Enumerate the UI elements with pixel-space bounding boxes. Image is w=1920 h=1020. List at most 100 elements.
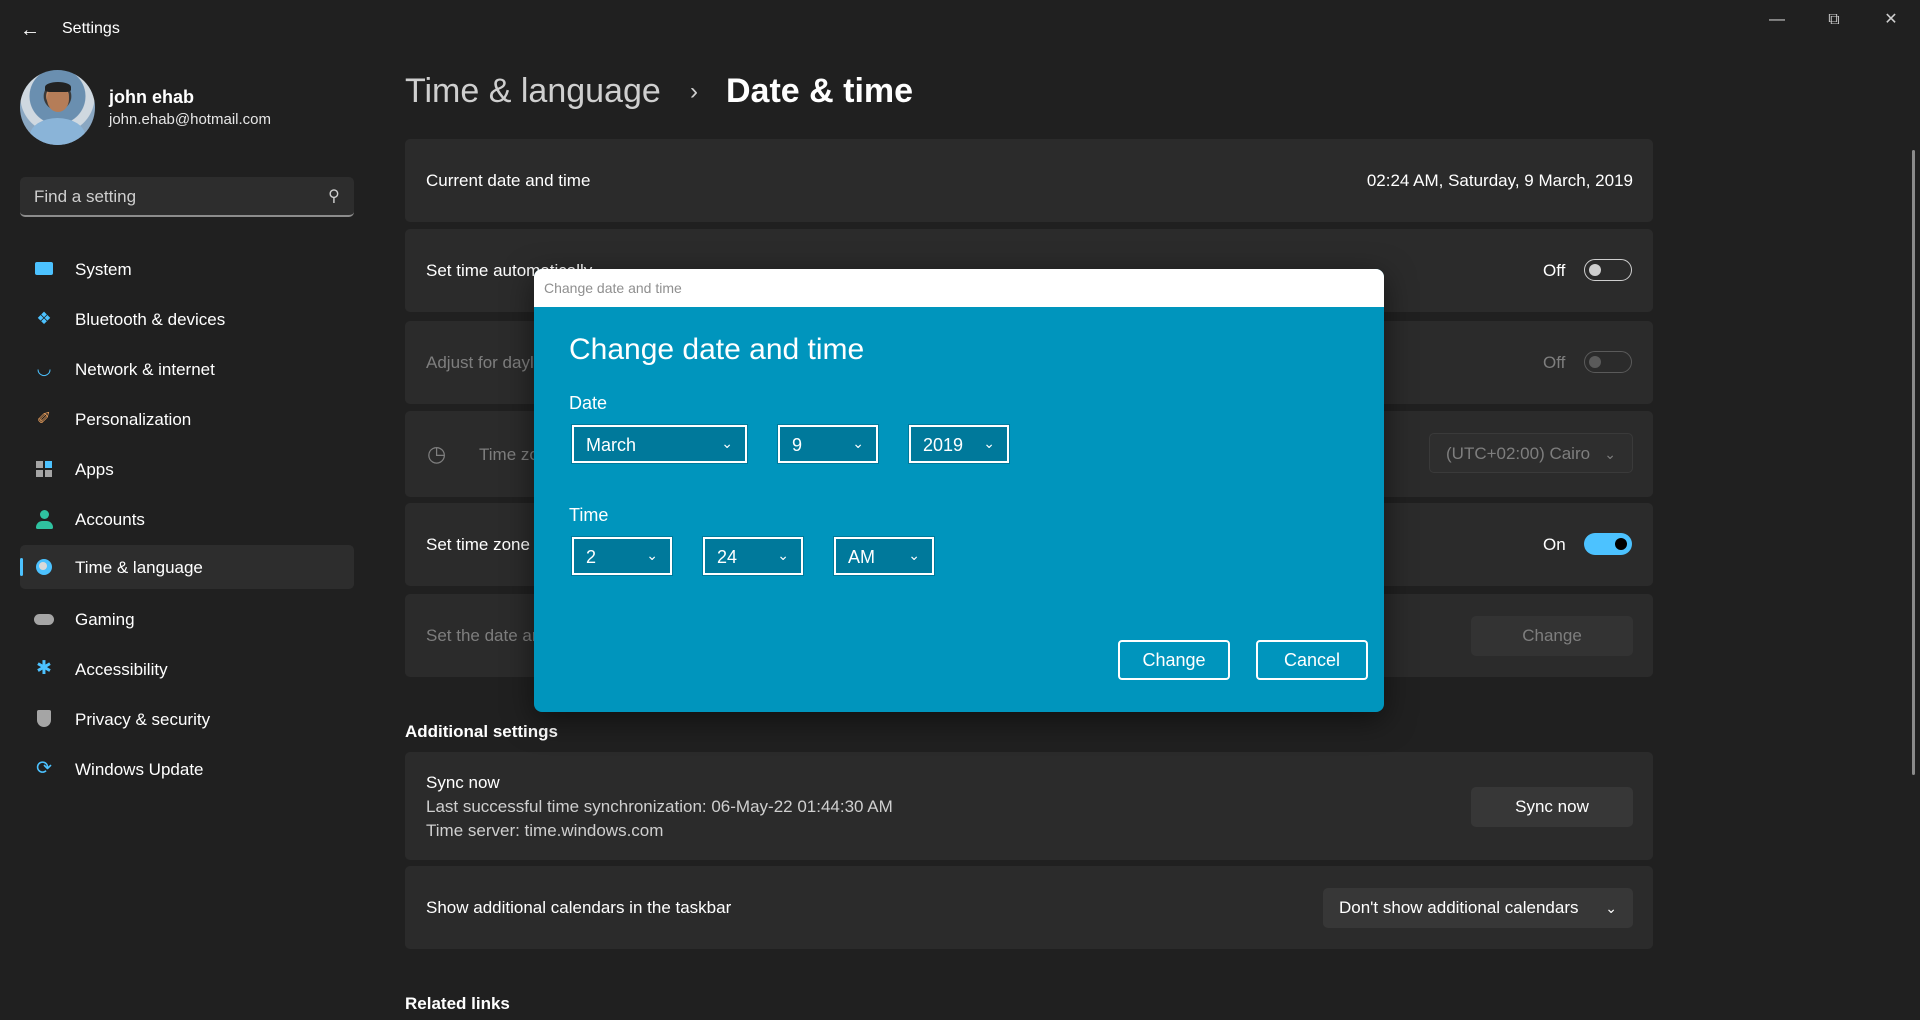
sidebar-item-label: Privacy & security xyxy=(75,710,211,729)
chevron-down-icon: ⌄ xyxy=(983,435,995,451)
sidebar-item-label: Time & language xyxy=(75,558,203,577)
toggle-state-text: On xyxy=(1543,535,1566,554)
avatar[interactable] xyxy=(20,70,95,145)
additional-calendars-card: Show additional calendars in the taskbar… xyxy=(405,866,1653,949)
daylight-saving-toggle[interactable] xyxy=(1584,351,1632,373)
chevron-down-icon: ⌄ xyxy=(1605,900,1617,916)
toggle-state-text: Off xyxy=(1543,261,1566,280)
year-value: 2019 xyxy=(923,435,964,455)
dialog-title-bar[interactable]: Change date and time xyxy=(534,269,1384,307)
gamepad-icon xyxy=(34,609,54,629)
additional-calendars-value: Don't show additional calendars xyxy=(1339,898,1579,917)
additional-settings-heading: Additional settings xyxy=(405,722,558,741)
minute-value: 24 xyxy=(717,547,738,567)
hour-value: 2 xyxy=(586,547,597,567)
sidebar-item-label: Bluetooth & devices xyxy=(75,310,226,329)
sidebar-item-label: Windows Update xyxy=(75,760,204,779)
person-icon xyxy=(34,509,54,529)
sync-now-title: Sync now xyxy=(426,773,500,792)
chevron-down-icon: ⌄ xyxy=(908,547,920,563)
time-label: Time xyxy=(569,505,609,525)
time-server-text: Time server: time.windows.com xyxy=(426,821,664,840)
time-zone-dropdown[interactable]: (UTC+02:00) Cairo ⌄ xyxy=(1429,433,1633,473)
system-icon xyxy=(34,259,54,279)
month-select[interactable]: March ⌄ xyxy=(571,424,748,464)
sidebar-item-accessibility[interactable]: ✱ Accessibility xyxy=(20,647,354,691)
search-input[interactable]: Find a setting xyxy=(34,187,136,207)
sidebar-item-time-language[interactable]: Time & language xyxy=(20,545,354,589)
ampm-select[interactable]: AM ⌄ xyxy=(833,536,935,576)
sync-now-card: Sync now Last successful time synchroniz… xyxy=(405,752,1653,860)
sync-now-button[interactable]: Sync now xyxy=(1471,787,1633,827)
set-time-automatically-toggle[interactable] xyxy=(1584,259,1632,281)
dialog-heading: Change date and time xyxy=(569,333,865,366)
sidebar-item-accounts[interactable]: Accounts xyxy=(20,497,354,541)
last-sync-text: Last successful time synchronization: 06… xyxy=(426,797,893,816)
bluetooth-icon: ❖ xyxy=(36,309,52,328)
sidebar-item-label: System xyxy=(75,260,132,279)
user-name: john ehab xyxy=(109,87,194,107)
date-label: Date xyxy=(569,393,608,413)
chevron-down-icon: ⌄ xyxy=(777,547,789,563)
chevron-down-icon: ⌄ xyxy=(646,547,658,563)
back-arrow-icon[interactable]: ← xyxy=(18,18,42,42)
accessibility-icon: ✱ xyxy=(36,658,52,679)
minimize-button[interactable]: — xyxy=(1757,8,1797,32)
shield-icon xyxy=(34,709,54,729)
additional-calendars-dropdown[interactable]: Don't show additional calendars ⌄ xyxy=(1323,888,1633,928)
scrollbar[interactable] xyxy=(1912,150,1915,775)
sidebar-item-label: Accessibility xyxy=(75,660,168,679)
sidebar-item-apps[interactable]: Apps xyxy=(20,447,354,491)
restore-button[interactable]: ⧉ xyxy=(1814,8,1854,32)
change-date-time-dialog: Change date and time Change date and tim… xyxy=(534,269,1384,712)
current-date-time-value: 02:24 AM, Saturday, 9 March, 2019 xyxy=(1366,171,1633,190)
sidebar-item-bluetooth[interactable]: ❖ Bluetooth & devices xyxy=(20,297,354,341)
breadcrumb-parent[interactable]: Time & language xyxy=(405,72,661,111)
selection-indicator xyxy=(20,558,23,576)
globe-clock-icon: ◷ xyxy=(427,441,447,466)
change-button[interactable]: Change xyxy=(1118,640,1230,680)
current-date-time-card: Current date and time 02:24 AM, Saturday… xyxy=(405,139,1653,222)
sidebar-item-label: Personalization xyxy=(75,410,192,429)
sidebar-item-label: Apps xyxy=(75,460,114,479)
sidebar-item-label: Network & internet xyxy=(75,360,215,379)
cancel-button[interactable]: Cancel xyxy=(1256,640,1368,680)
day-select[interactable]: 9 ⌄ xyxy=(777,424,879,464)
day-value: 9 xyxy=(792,435,803,455)
sidebar-item-personalization[interactable]: ✐ Personalization xyxy=(20,397,354,441)
chevron-down-icon: ⌄ xyxy=(1604,446,1616,462)
wifi-icon: ◡ xyxy=(36,359,52,378)
set-time-zone-automatically-toggle[interactable] xyxy=(1584,533,1632,555)
related-links-heading: Related links xyxy=(405,994,510,1013)
year-select[interactable]: 2019 ⌄ xyxy=(908,424,1010,464)
chevron-down-icon: ⌄ xyxy=(721,435,733,451)
sidebar-item-label: Accounts xyxy=(75,510,145,529)
brush-icon: ✐ xyxy=(36,409,52,428)
chevron-right-icon: › xyxy=(690,78,698,105)
page-title: Date & time xyxy=(726,72,914,110)
sidebar-item-label: Gaming xyxy=(75,610,135,629)
minute-select[interactable]: 24 ⌄ xyxy=(702,536,804,576)
search-box[interactable]: Find a setting ⚲ xyxy=(20,177,354,217)
app-title: Settings xyxy=(62,20,120,37)
title-bar: ← Settings — ⧉ ✕ xyxy=(0,0,1920,60)
sidebar-item-windows-update[interactable]: ⟳ Windows Update xyxy=(20,747,354,791)
additional-calendars-label: Show additional calendars in the taskbar xyxy=(426,898,732,917)
close-button[interactable]: ✕ xyxy=(1871,8,1911,32)
toggle-state-text: Off xyxy=(1543,353,1566,372)
time-zone-value: (UTC+02:00) Cairo xyxy=(1446,444,1591,463)
search-icon[interactable]: ⚲ xyxy=(328,186,340,206)
sidebar-item-system[interactable]: System xyxy=(20,247,354,291)
sidebar-item-network[interactable]: ◡ Network & internet xyxy=(20,347,354,391)
dialog-window-title: Change date and time xyxy=(544,280,682,296)
change-date-time-button[interactable]: Change xyxy=(1471,616,1633,656)
month-value: March xyxy=(586,435,637,455)
ampm-value: AM xyxy=(848,547,875,567)
update-icon: ⟳ xyxy=(36,758,52,779)
hour-select[interactable]: 2 ⌄ xyxy=(571,536,673,576)
sidebar-item-gaming[interactable]: Gaming xyxy=(20,597,354,641)
user-email: john.ehab@hotmail.com xyxy=(109,111,271,128)
chevron-down-icon: ⌄ xyxy=(852,435,864,451)
sidebar-item-privacy[interactable]: Privacy & security xyxy=(20,697,354,741)
clock-globe-icon xyxy=(34,557,54,577)
